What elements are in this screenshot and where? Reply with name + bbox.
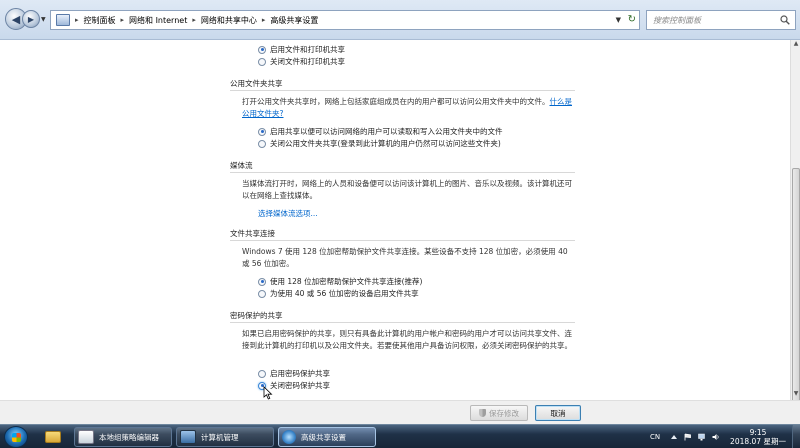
start-button[interactable]: [4, 426, 28, 448]
breadcrumb-item[interactable]: ▸ 网络和共享中心: [187, 15, 257, 26]
scrollbar-thumb[interactable]: [792, 168, 800, 420]
public-folder-description: 打开公用文件夹共享时，网络上包括家庭组成员在内的用户都可以访问公用文件夹中的文件…: [242, 96, 572, 120]
file-sharing-description: Windows 7 使用 128 位加密帮助保护文件共享连接。某些设备不支持 1…: [242, 247, 568, 268]
radio-enable-password-sharing[interactable]: 启用密码保护共享: [258, 368, 330, 379]
description-text: 打开公用文件夹共享时，网络上包括家庭组成员在内的用户都可以访问公用文件夹中的文件…: [242, 97, 550, 106]
radio-button[interactable]: [258, 289, 266, 298]
radio-button[interactable]: [258, 57, 266, 66]
breadcrumb-item[interactable]: ▸ 控制面板: [70, 15, 116, 26]
chevron-right-icon: ▸: [120, 16, 125, 24]
section-divider: [230, 240, 575, 241]
settings-content: 启用文件和打印机共享 关闭文件和打印机共享 公用文件夹共享 打开公用文件夹共享时…: [0, 40, 790, 400]
vertical-scrollbar[interactable]: ▲ ▼: [790, 40, 800, 420]
section-divider: [230, 172, 575, 173]
computer-management-icon: [180, 430, 196, 444]
forward-arrow-icon: ▶: [27, 14, 35, 24]
search-placeholder: 搜索控制面板: [653, 15, 701, 25]
forward-button[interactable]: ▶: [22, 10, 40, 28]
recent-pages-dropdown-icon[interactable]: ▼: [41, 16, 46, 23]
breadcrumb[interactable]: ▸ 控制面板 ▸ 网络和 Internet ▸ 网络和共享中心 ▸ 高级共享设置 ▼ ↻: [50, 10, 640, 30]
show-desktop-button[interactable]: [792, 425, 800, 448]
breadcrumb-network-sharing-center[interactable]: 网络和共享中心: [201, 15, 257, 26]
volume-icon[interactable]: [712, 433, 720, 441]
section-title-public-folder: 公用文件夹共享: [230, 79, 283, 88]
option-label: 启用共享以便可以访问网络的用户可以读取和写入公用文件夹中的文件: [270, 127, 503, 136]
taskbar-item-advanced-sharing[interactable]: 高级共享设置: [278, 427, 376, 447]
address-bar: ◀ ▶ ▼ ▸ 控制面板 ▸ 网络和 Internet ▸ 网络和共享中心 ▸ 高级共享…: [0, 0, 800, 40]
breadcrumb-item[interactable]: ▸ 网络和 Internet: [116, 15, 188, 26]
taskbar-item-label: 本地组策略编辑器: [99, 432, 159, 442]
clock-time: 9:15: [749, 428, 767, 437]
section-title-file-sharing-connections: 文件共享连接: [230, 229, 275, 238]
breadcrumb-advanced-sharing[interactable]: 高级共享设置: [270, 15, 318, 26]
breadcrumb-control-panel[interactable]: 控制面板: [84, 15, 116, 26]
system-clock[interactable]: 9:15 2018.07 星期一: [730, 428, 786, 446]
taskbar-item-label: 高级共享设置: [301, 432, 346, 442]
radio-enable-public-folder[interactable]: 启用共享以便可以访问网络的用户可以读取和写入公用文件夹中的文件: [258, 126, 503, 137]
radio-disable-public-folder[interactable]: 关闭公用文件夹共享(登录到此计算机的用户仍然可以访问这些文件夹): [258, 138, 501, 149]
taskbar: 本地组策略编辑器 计算机管理 高级共享设置 CN 9:15 2018.07 星期…: [0, 424, 800, 448]
save-changes-button[interactable]: 保存修改: [470, 405, 528, 421]
option-label: 为使用 40 或 56 位加密的设备启用文件共享: [270, 289, 419, 298]
search-icon: [780, 15, 790, 25]
option-label: 关闭文件和打印机共享: [270, 57, 345, 66]
option-label: 关闭密码保护共享: [270, 381, 330, 390]
action-bar: 保存修改 取消: [0, 400, 800, 424]
network-icon: [282, 430, 296, 444]
section-title-password-protected-sharing: 密码保护的共享: [230, 311, 283, 320]
option-label: 启用文件和打印机共享: [270, 45, 345, 54]
taskbar-item-label: 计算机管理: [201, 432, 239, 442]
breadcrumb-network-internet[interactable]: 网络和 Internet: [129, 15, 187, 26]
radio-enable-file-printer-sharing[interactable]: 启用文件和打印机共享: [258, 44, 345, 55]
chevron-right-icon: ▸: [261, 16, 266, 24]
address-dropdown-icon[interactable]: ▼: [616, 16, 621, 24]
control-panel-icon: [56, 14, 70, 26]
radio-disable-file-printer-sharing[interactable]: 关闭文件和打印机共享: [258, 56, 345, 67]
language-indicator[interactable]: CN: [650, 433, 660, 441]
chevron-right-icon: ▸: [75, 16, 79, 24]
breadcrumb-item[interactable]: ▸ 高级共享设置: [257, 15, 319, 26]
cancel-button[interactable]: 取消: [535, 405, 581, 421]
radio-button[interactable]: [258, 277, 266, 286]
uac-shield-icon: [479, 409, 486, 417]
scroll-up-arrow-icon[interactable]: ▲: [791, 40, 800, 50]
back-arrow-icon: ◀: [11, 12, 21, 26]
cancel-button-label: 取消: [550, 408, 566, 418]
mouse-pointer-icon: [263, 386, 273, 400]
radio-button[interactable]: [258, 45, 266, 54]
search-input[interactable]: 搜索控制面板: [646, 10, 796, 30]
taskbar-explorer-pin[interactable]: [40, 427, 64, 447]
media-streaming-options-link[interactable]: 选择媒体流选项...: [258, 208, 318, 219]
chevron-right-icon: ▸: [192, 16, 196, 24]
network-tray-icon[interactable]: [698, 433, 706, 441]
refresh-icon[interactable]: ↻: [628, 14, 636, 25]
section-title-media-streaming: 媒体流: [230, 161, 253, 170]
option-label: 启用密码保护共享: [270, 369, 330, 378]
action-center-flag-icon[interactable]: [684, 433, 692, 441]
option-label: 关闭公用文件夹共享(登录到此计算机的用户仍然可以访问这些文件夹): [270, 139, 501, 148]
section-divider: [230, 90, 575, 91]
radio-button[interactable]: [258, 139, 266, 148]
radio-button[interactable]: [258, 127, 266, 136]
folder-icon: [45, 431, 61, 443]
section-divider: [230, 322, 575, 323]
radio-button[interactable]: [258, 369, 266, 378]
password-sharing-description: 如果已启用密码保护的共享，则只有具备此计算机的用户帐户和密码的用户才可以访问共享…: [242, 329, 572, 350]
save-button-label: 保存修改: [489, 408, 519, 418]
option-label: 使用 128 位加密帮助保护文件共享连接(推荐): [270, 277, 423, 286]
scroll-down-arrow-icon[interactable]: ▼: [791, 390, 800, 400]
policy-editor-icon: [78, 430, 94, 444]
taskbar-item-group-policy[interactable]: 本地组策略编辑器: [74, 427, 172, 447]
radio-40-56-bit-encryption[interactable]: 为使用 40 或 56 位加密的设备启用文件共享: [258, 288, 419, 299]
show-hidden-icons-icon[interactable]: [670, 433, 678, 441]
radio-128-bit-encryption[interactable]: 使用 128 位加密帮助保护文件共享连接(推荐): [258, 276, 422, 287]
taskbar-item-computer-management[interactable]: 计算机管理: [176, 427, 274, 447]
clock-date: 2018.07 星期一: [730, 437, 786, 446]
media-streaming-description: 当媒体流打开时，网络上的人员和设备便可以访问该计算机上的图片、音乐以及视频。该计…: [242, 179, 572, 200]
